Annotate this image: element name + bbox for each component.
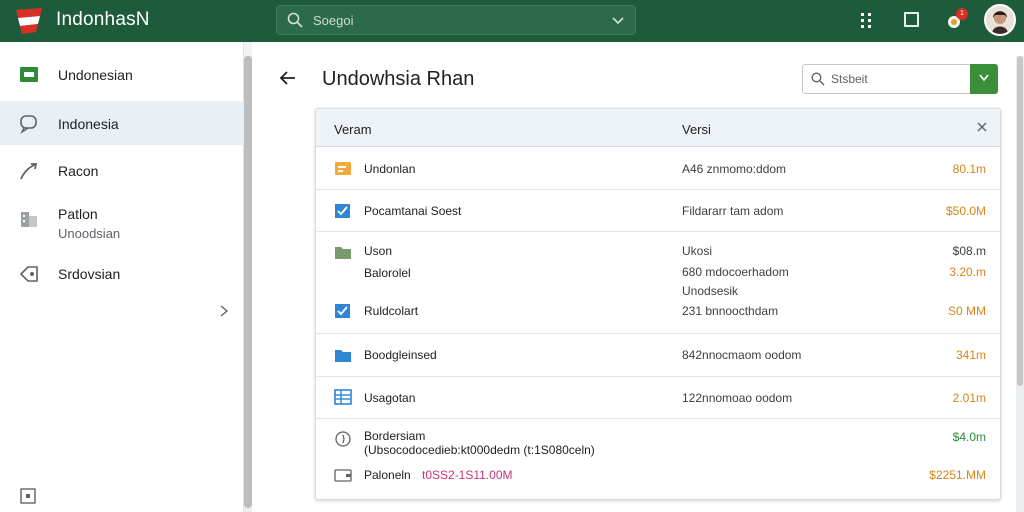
row-name: Uson	[364, 244, 393, 258]
window-icon[interactable]	[903, 11, 921, 29]
row-name: Boodgleinsed	[364, 348, 437, 362]
sidebar-item-label: Undonesian	[58, 67, 133, 83]
search-input[interactable]: Soegoi	[313, 13, 353, 28]
filter-search[interactable]: Stsbeit	[802, 64, 998, 94]
row-amount-secondary: 3.20.m	[949, 265, 986, 279]
building-icon	[21, 212, 37, 227]
chevron-down-icon	[979, 74, 989, 82]
row-amount: S0 MM	[947, 304, 986, 318]
table-row[interactable]: Bordersiam (Ubsocodocedieb:kt000dedm (t:…	[316, 419, 1000, 459]
results-card: Veram Versi Undonlan A46 znmomo:ddom 80.…	[315, 108, 1001, 500]
row-desc: 122nnomoao oodom	[682, 391, 793, 405]
filter-dropdown-button[interactable]	[970, 64, 998, 94]
compass-icon	[335, 431, 351, 447]
row-amount: 341m	[955, 348, 986, 362]
table-row[interactable]: Ruldcolart 231 bnnoocthdam S0 MM	[316, 292, 1000, 334]
avatar[interactable]	[984, 4, 1016, 36]
column-header-veram[interactable]: Veram	[334, 122, 372, 137]
row-desc: A46 znmomo:ddom	[682, 162, 787, 176]
table-row[interactable]: Paloneln t0SS2-1S11.00M $2251.MM	[316, 459, 1000, 493]
scrollbar-thumb[interactable]	[1017, 56, 1023, 386]
sidebar-item-label: Patlon	[58, 206, 98, 222]
notification-badge: 1	[956, 8, 968, 20]
row-note: (Ubsocodocedieb:kt000dedm (t:1S080celn)	[364, 443, 595, 457]
top-bar: IndonhasN Soegoi 1	[0, 0, 1024, 42]
row-name-secondary: Balorolel	[364, 266, 411, 280]
sidebar-item-label: Racon	[58, 163, 99, 179]
sidebar-item-srdovsian[interactable]: Srdovsian	[0, 252, 244, 296]
app-logo-icon[interactable]	[14, 6, 46, 36]
sidebar-item-undonesian[interactable]: Undonesian	[0, 53, 244, 97]
tag-icon	[19, 266, 38, 282]
search-icon	[811, 72, 825, 86]
sidebar: Undonesian Indonesia Racon Patlon Unoods…	[0, 42, 244, 512]
row-name: Usagotan	[364, 391, 416, 405]
row-note: t0SS2-1S11.00M	[422, 468, 513, 482]
collapse-panel-icon[interactable]	[20, 488, 36, 504]
sidebar-item-indonesia[interactable]: Indonesia	[0, 101, 244, 145]
row-desc-secondary: 680 mdocoerhadom	[682, 265, 789, 279]
notifications-button[interactable]: 1	[945, 8, 969, 32]
table-row[interactable]: Boodgleinsed 842nnocmaom oodom 341m	[316, 334, 1000, 377]
table-row[interactable]: Usagotan 122nnomoao oodom 2.01m	[316, 377, 1000, 419]
folder-blue-icon	[335, 350, 351, 362]
row-name: Ruldcolart	[364, 304, 419, 318]
search-bar[interactable]: Soegoi	[276, 5, 636, 35]
trend-arrow-icon	[20, 163, 38, 180]
main-panel: Undowhsia Rhan Stsbeit Veram Versi Undon…	[252, 42, 1024, 512]
sidebar-item-label: Indonesia	[58, 116, 119, 132]
table-row[interactable]: Undonlan A46 znmomo:ddom 80.1m	[316, 147, 1000, 190]
checkbox-blue-icon[interactable]	[334, 203, 352, 219]
chat-bubble-icon	[20, 115, 37, 135]
row-desc: Ukosi	[682, 244, 713, 258]
sidebar-item-label: Srdovsian	[58, 266, 121, 282]
row-amount: 2.01m	[952, 391, 986, 405]
table-row[interactable]: Pocamtanai Soest Fildararr tam adom $50.…	[316, 190, 1000, 232]
grid-blue-icon	[334, 389, 352, 405]
folder-orange-icon	[335, 162, 351, 175]
row-amount: $2251.MM	[929, 468, 986, 482]
row-desc: 842nnocmaom oodom	[682, 348, 802, 362]
row-name: Undonlan	[364, 162, 416, 176]
page-title: Undowhsia Rhan	[322, 68, 475, 90]
row-name: Bordersiam	[364, 429, 426, 443]
filter-input[interactable]: Stsbeit	[831, 72, 868, 86]
sidebar-scrollbar[interactable]	[244, 56, 252, 512]
close-icon[interactable]	[976, 121, 988, 133]
chevron-right-icon[interactable]	[218, 304, 230, 318]
row-name: Paloneln	[364, 468, 411, 482]
search-icon	[287, 12, 303, 28]
back-arrow-icon[interactable]	[278, 68, 298, 88]
row-amount: 80.1m	[952, 162, 986, 176]
table-header: Veram Versi	[316, 109, 1000, 147]
row-amount: $4.0m	[952, 430, 986, 444]
sidebar-item-racon[interactable]: Racon	[0, 148, 244, 192]
row-amount: $08.m	[952, 244, 986, 258]
row-desc: 231 bnnoocthdam	[682, 304, 779, 318]
row-amount: $50.0M	[945, 204, 986, 218]
sidebar-item-sublabel: Unoodsian	[58, 226, 121, 241]
row-desc: Fildararr tam adom	[682, 204, 784, 218]
chevron-down-icon[interactable]	[611, 14, 625, 28]
scrollbar-thumb[interactable]	[244, 56, 252, 508]
brand-name[interactable]: IndonhasN	[56, 9, 150, 31]
checkbox-blue-icon[interactable]	[334, 303, 352, 319]
sidebar-item-patlon[interactable]: Patlon Unoodsian	[0, 194, 244, 250]
row-name: Pocamtanai Soest	[364, 204, 462, 218]
main-scrollbar[interactable]	[1016, 56, 1024, 512]
column-header-versi[interactable]: Versi	[682, 122, 711, 137]
apps-grid-icon[interactable]	[858, 11, 876, 29]
card-icon	[334, 469, 352, 482]
user-avatar-icon	[986, 6, 1014, 34]
green-square-icon	[20, 67, 38, 82]
folder-green-icon	[335, 247, 351, 259]
